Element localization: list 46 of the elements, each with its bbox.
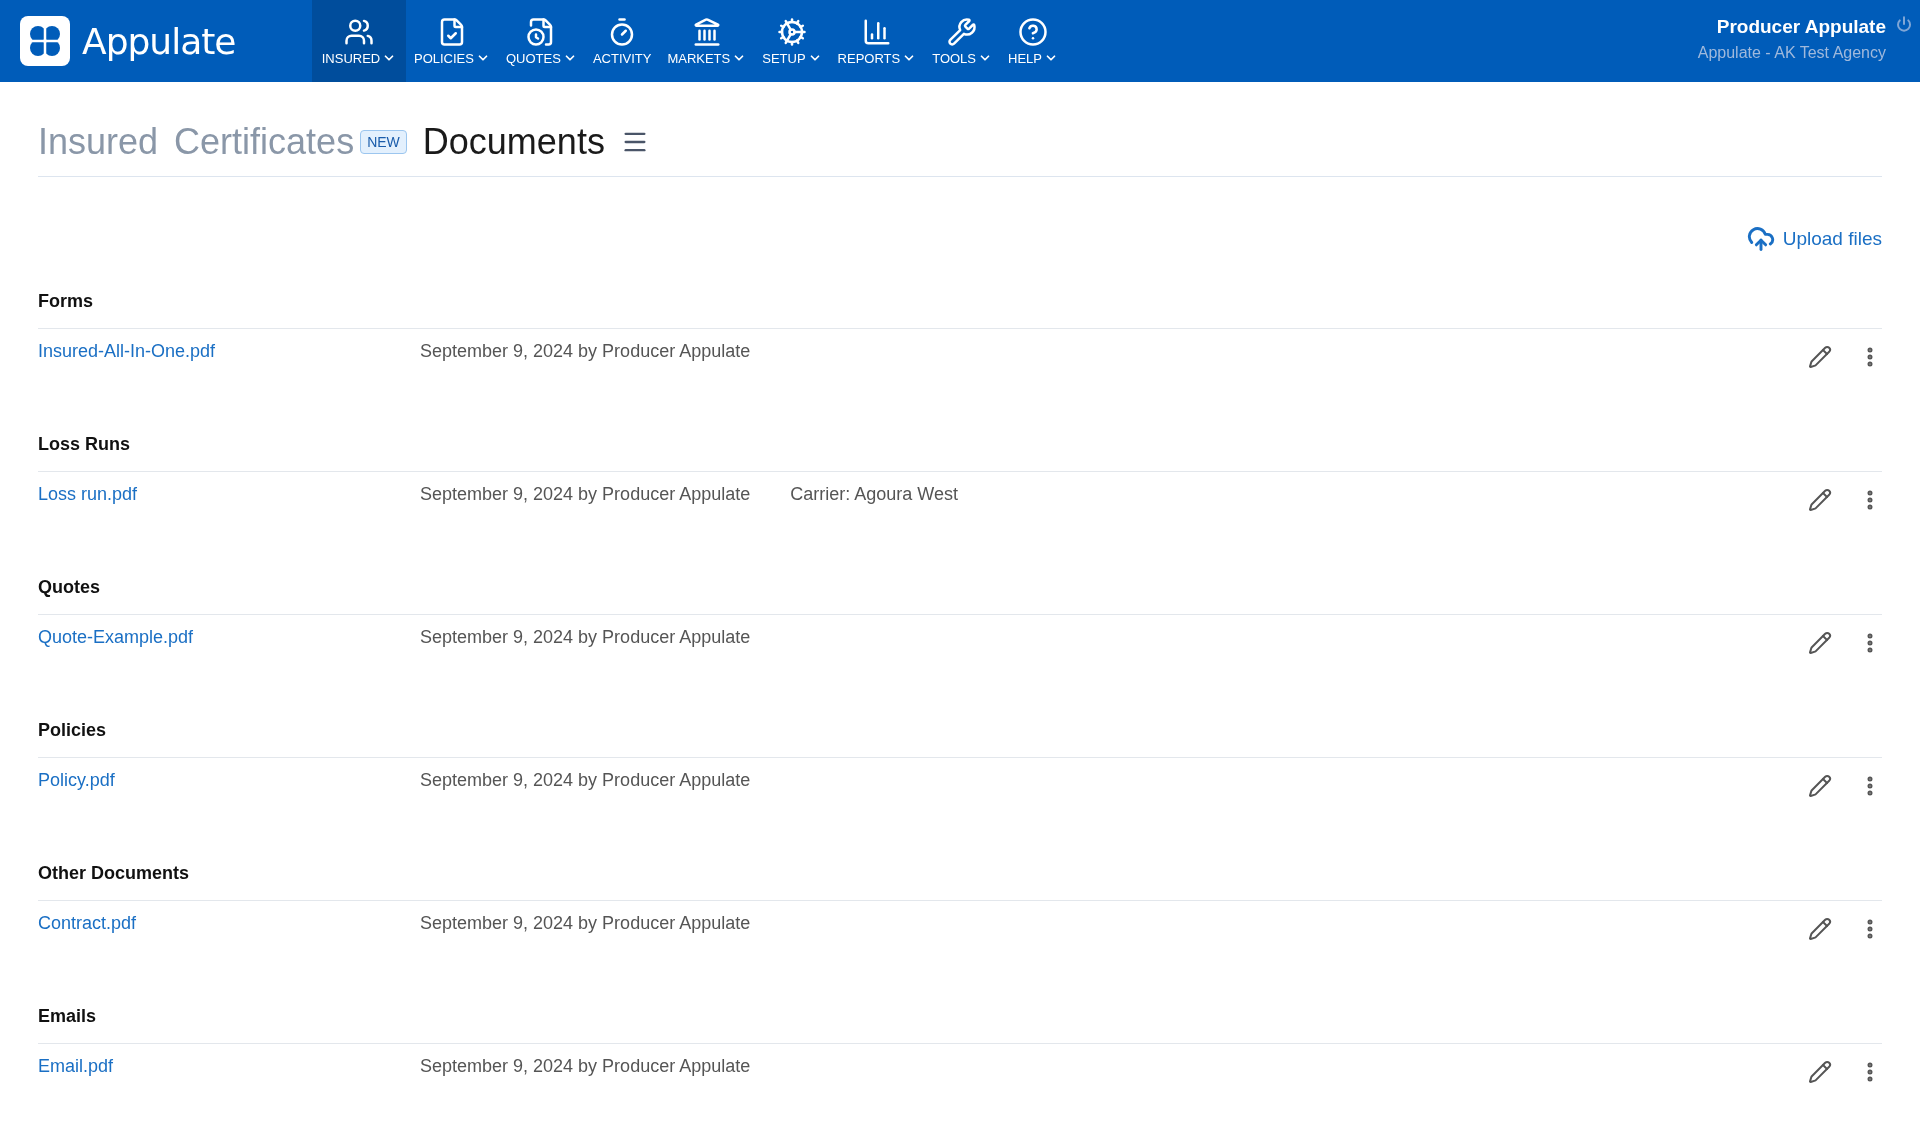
nav-item[interactable]: SETUP bbox=[754, 0, 830, 82]
edit-icon[interactable] bbox=[1808, 345, 1832, 369]
nav-item[interactable]: TOOLS bbox=[924, 0, 1001, 82]
upload-info: September 9, 2024 by Producer Appulate bbox=[420, 484, 751, 505]
nav-item[interactable]: MARKETS bbox=[659, 0, 755, 82]
help-icon bbox=[1018, 16, 1048, 47]
cloud-upload-icon bbox=[1746, 225, 1775, 253]
new-badge: NEW bbox=[360, 130, 407, 154]
upload-files-link[interactable]: Upload files bbox=[1746, 209, 1882, 269]
nav-item[interactable]: POLICIES bbox=[406, 0, 498, 82]
edit-icon[interactable] bbox=[1808, 631, 1832, 655]
nav-item[interactable]: REPORTS bbox=[829, 0, 925, 82]
nav-item[interactable]: QUOTES bbox=[497, 0, 585, 82]
wrench-icon bbox=[947, 16, 978, 47]
file-link[interactable]: Email.pdf bbox=[38, 1056, 420, 1077]
section-heading: Other Documents bbox=[38, 841, 1882, 901]
section-heading: Forms bbox=[38, 269, 1882, 329]
edit-icon[interactable] bbox=[1808, 1060, 1832, 1084]
edit-icon[interactable] bbox=[1808, 488, 1832, 512]
section-heading: Quotes bbox=[38, 555, 1882, 615]
file-link[interactable]: Contract.pdf bbox=[38, 913, 420, 934]
upload-info: September 9, 2024 by Producer Appulate bbox=[420, 770, 751, 791]
page-tab[interactable]: Documents bbox=[422, 121, 605, 163]
agency-name: Appulate - AK Test Agency bbox=[1697, 44, 1886, 62]
section-heading: Emails bbox=[38, 984, 1882, 1044]
section-heading: Policies bbox=[38, 698, 1882, 758]
file-link[interactable]: Policy.pdf bbox=[38, 770, 420, 791]
clover-logo-icon bbox=[20, 16, 70, 66]
upload-info: September 9, 2024 by Producer Appulate bbox=[420, 913, 751, 934]
section-heading: Loss Runs bbox=[38, 412, 1882, 472]
nav-item[interactable]: INSURED bbox=[312, 0, 406, 82]
upload-info: September 9, 2024 by Producer Appulate bbox=[420, 1056, 751, 1077]
gear-icon bbox=[776, 16, 807, 47]
file-link[interactable]: Loss run.pdf bbox=[38, 484, 420, 505]
upload-info: September 9, 2024 by Producer Appulate bbox=[420, 627, 751, 648]
logo-text: Appulate bbox=[82, 20, 236, 62]
user-name: Producer Appulate bbox=[1716, 16, 1886, 38]
upload-info: September 9, 2024 by Producer Appulate bbox=[420, 341, 751, 362]
file-link[interactable]: Insured-All-In-One.pdf bbox=[38, 341, 420, 362]
edit-icon[interactable] bbox=[1808, 774, 1832, 798]
edit-icon[interactable] bbox=[1808, 917, 1832, 941]
power-icon[interactable] bbox=[1896, 16, 1912, 32]
nav-item[interactable]: HELP bbox=[1000, 0, 1066, 82]
file-link[interactable]: Quote-Example.pdf bbox=[38, 627, 420, 648]
nav-item[interactable]: ACTIVITY bbox=[584, 0, 660, 82]
carrier-info: Carrier: Agoura West bbox=[790, 484, 958, 505]
